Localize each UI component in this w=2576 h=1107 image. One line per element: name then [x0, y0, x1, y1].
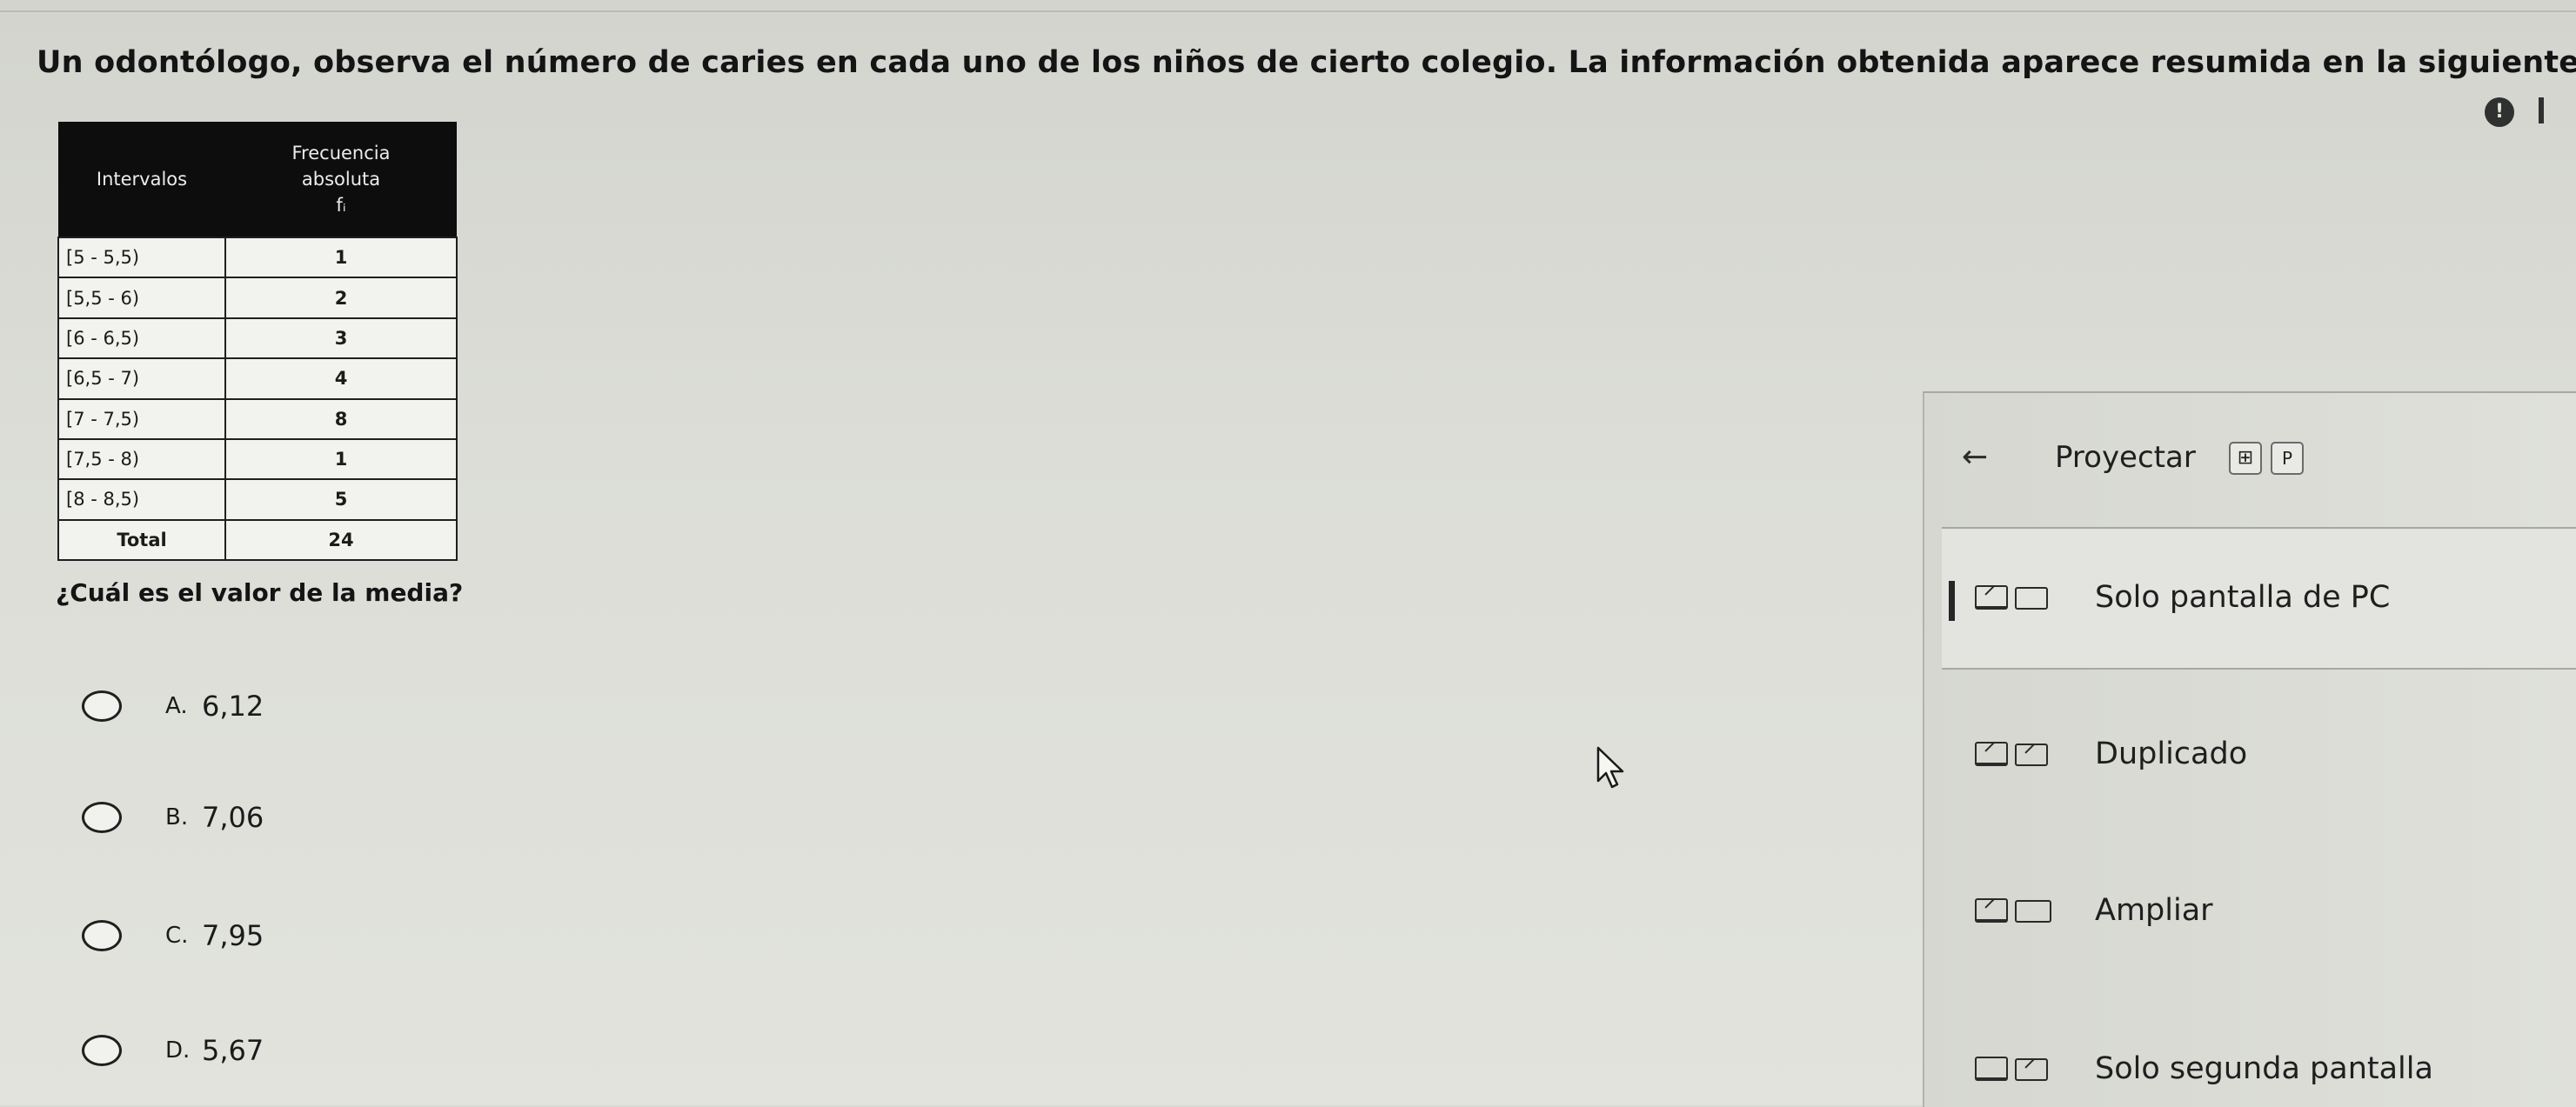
table-total-row: Total 24 [57, 518, 458, 562]
table-row: [5,5 - 6) 2 [57, 277, 458, 319]
info-icon-edge [2539, 97, 2544, 123]
table-cell-interval: [7,5 - 8) [57, 437, 226, 481]
header-line-fi: fᵢ [336, 195, 346, 216]
table-row: [7,5 - 8) 1 [57, 437, 458, 481]
table-cell-freq: 1 [224, 437, 458, 481]
header-line-frecuencia: Frecuencia [291, 143, 391, 163]
option-letter: C. [165, 923, 189, 949]
table-cell-freq: 3 [224, 317, 458, 360]
mode-pc-screen-only[interactable]: Solo pantalla de PC [1975, 576, 2390, 619]
option-value: 7,06 [202, 801, 264, 834]
table-header-frecuencia: Frecuencia absoluta fᵢ [225, 122, 457, 237]
table-cell-interval: [8 - 8,5) [57, 478, 226, 521]
mode-label: Solo pantalla de PC [2095, 580, 2391, 615]
mode-label: Ampliar [2095, 893, 2213, 928]
table-row: [6 - 6,5) 3 [57, 317, 458, 360]
table-header-intervalos: Intervalos [58, 122, 225, 237]
radio-button[interactable] [82, 802, 122, 833]
mode-duplicate[interactable]: Duplicado [1975, 732, 2247, 776]
option-value: 5,67 [202, 1034, 264, 1067]
option-letter: B. [165, 804, 189, 830]
radio-button[interactable] [82, 1035, 122, 1066]
table-cell-interval: [5,5 - 6) [57, 277, 226, 319]
option-a[interactable]: A. 6,12 [82, 687, 264, 725]
option-value: 6,12 [202, 690, 264, 723]
second-screen-only-icon [1975, 1057, 2079, 1081]
selected-indicator [1949, 581, 1955, 621]
option-letter: A. [165, 693, 188, 719]
windows-key-icon: ⊞ [2229, 442, 2262, 475]
table-row: [8 - 8,5) 5 [57, 478, 458, 521]
extend-icon [1975, 898, 2079, 923]
table-row: [7 - 7,5) 8 [57, 397, 458, 440]
table-cell-freq: 5 [224, 478, 458, 521]
option-b[interactable]: B. 7,06 [82, 798, 264, 837]
option-letter: D. [165, 1037, 191, 1064]
table-cell-interval: [7 - 7,5) [57, 397, 226, 440]
mode-second-screen-only[interactable]: Solo segunda pantalla [1975, 1047, 2433, 1090]
question-title: Un odontólogo, observa el número de cari… [37, 45, 2576, 80]
option-c[interactable]: C. 7,95 [82, 917, 264, 955]
mouse-cursor-icon [1596, 746, 1624, 789]
table-row: [6,5 - 7) 4 [57, 357, 458, 400]
project-flyout-title: Proyectar [2055, 440, 2196, 475]
table-header-row: Intervalos Frecuencia absoluta fᵢ [58, 122, 457, 237]
info-icon[interactable]: ! [2485, 97, 2514, 127]
pc-screen-only-icon [1975, 585, 2079, 610]
arrow-left-icon[interactable]: ← [1962, 439, 1988, 475]
p-key-icon: P [2271, 442, 2304, 475]
table-cell-interval: [6 - 6,5) [57, 317, 226, 360]
radio-button[interactable] [82, 690, 122, 722]
table-total-label: Total [57, 518, 226, 562]
option-value: 7,95 [202, 919, 264, 952]
frequency-table: Intervalos Frecuencia absoluta fᵢ [5 - 5… [57, 122, 458, 562]
top-divider [0, 10, 2576, 12]
table-cell-freq: 8 [224, 397, 458, 440]
duplicate-icon [1975, 742, 2079, 766]
question-prompt: ¿Cuál es el valor de la media? [56, 578, 464, 607]
table-cell-interval: [5 - 5,5) [57, 236, 226, 279]
mode-label: Solo segunda pantalla [2095, 1051, 2433, 1086]
option-d[interactable]: D. 5,67 [82, 1031, 264, 1070]
table-cell-interval: [6,5 - 7) [57, 357, 226, 400]
table-cell-freq: 2 [224, 277, 458, 319]
table-cell-freq: 1 [224, 236, 458, 279]
table-row: [5 - 5,5) 1 [57, 236, 458, 279]
table-cell-freq: 4 [224, 357, 458, 400]
table-total-value: 24 [224, 518, 458, 562]
mode-label: Duplicado [2095, 737, 2248, 771]
header-line-absoluta: absoluta [301, 169, 381, 190]
radio-button[interactable] [82, 920, 122, 951]
mode-extend[interactable]: Ampliar [1975, 889, 2213, 932]
